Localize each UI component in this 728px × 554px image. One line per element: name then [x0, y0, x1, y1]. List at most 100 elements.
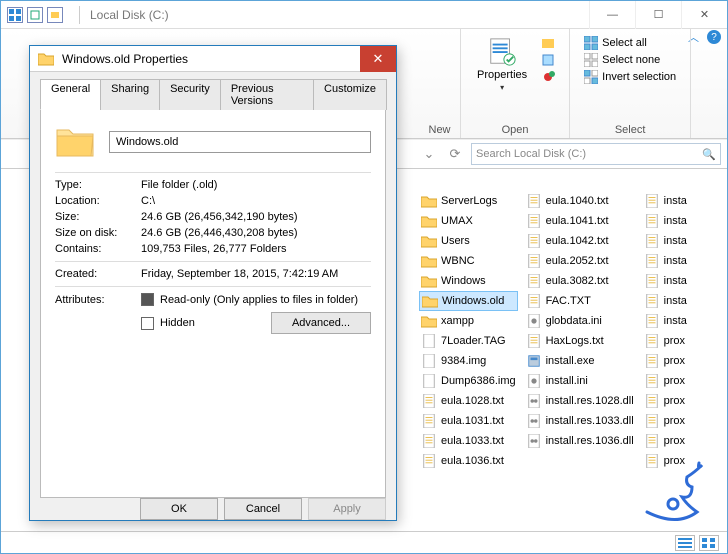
file-item[interactable]: prox [642, 351, 721, 371]
readonly-checkbox[interactable] [141, 293, 154, 306]
file-item[interactable]: Windows [419, 271, 518, 291]
tab-sharing[interactable]: Sharing [100, 79, 160, 110]
folder-icon [421, 214, 437, 228]
file-item[interactable]: install.exe [524, 351, 636, 371]
txt-icon [644, 354, 660, 368]
file-name: xampp [441, 315, 474, 327]
file-item[interactable]: insta [642, 211, 721, 231]
file-item[interactable]: eula.1040.txt [524, 191, 636, 211]
file-item[interactable]: ServerLogs [419, 191, 518, 211]
folder-name-input[interactable] [109, 131, 371, 153]
file-item[interactable]: insta [642, 271, 721, 291]
file-item[interactable]: eula.1033.txt [419, 431, 518, 451]
file-name: eula.2052.txt [546, 255, 609, 267]
dialog-close-button[interactable]: ✕ [360, 46, 396, 72]
file-item[interactable]: prox [642, 371, 721, 391]
file-item[interactable]: 7Loader.TAG [419, 331, 518, 351]
file-item[interactable]: eula.1031.txt [419, 411, 518, 431]
open-action-3[interactable] [539, 69, 557, 85]
file-item[interactable]: install.res.1033.dll [524, 411, 636, 431]
close-button[interactable]: ✕ [681, 1, 727, 29]
file-item[interactable]: insta [642, 191, 721, 211]
file-item[interactable]: FAC.TXT [524, 291, 636, 311]
folder-icon [38, 52, 54, 66]
dialog-title: Windows.old Properties [62, 52, 188, 66]
view-icons-icon[interactable] [699, 535, 719, 551]
label-attributes: Attributes: [55, 294, 141, 306]
tab-security[interactable]: Security [159, 79, 221, 110]
ini-icon [526, 374, 542, 388]
file-icon [421, 374, 437, 388]
qa-icon-2[interactable] [47, 7, 63, 23]
file-item[interactable]: 9384.img [419, 351, 518, 371]
label-type: Type: [55, 179, 141, 191]
file-item[interactable]: eula.1042.txt [524, 231, 636, 251]
file-item[interactable]: eula.2052.txt [524, 251, 636, 271]
file-item[interactable]: Users [419, 231, 518, 251]
tab-customize[interactable]: Customize [313, 79, 387, 110]
history-chevron-icon[interactable]: ⌄ [419, 146, 439, 162]
txt-icon [526, 194, 542, 208]
file-name: Windows [441, 275, 486, 287]
qa-icon-1[interactable] [27, 7, 43, 23]
value-contains: 109,753 Files, 26,777 Folders [141, 243, 371, 255]
file-item[interactable]: install.ini [524, 371, 636, 391]
minimize-button[interactable]: — [589, 1, 635, 29]
help-icon[interactable]: ? [707, 30, 721, 44]
file-list[interactable]: ServerLogsUMAX Users WBNC Windows Windows.ol… [419, 191, 721, 523]
file-item[interactable]: prox [642, 411, 721, 431]
txt-icon [644, 394, 660, 408]
file-item[interactable]: eula.1028.txt [419, 391, 518, 411]
maximize-button[interactable]: ☐ [635, 1, 681, 29]
invert-selection-button[interactable]: Invert selection [582, 69, 678, 85]
file-item[interactable]: eula.3082.txt [524, 271, 636, 291]
file-item[interactable]: insta [642, 311, 721, 331]
ok-button[interactable]: OK [140, 498, 218, 520]
window-title: Local Disk (C:) [90, 8, 169, 22]
file-item[interactable]: eula.1041.txt [524, 211, 636, 231]
cancel-button[interactable]: Cancel [224, 498, 302, 520]
file-name: eula.1031.txt [441, 415, 504, 427]
file-item[interactable]: eula.1036.txt [419, 451, 518, 471]
file-item[interactable]: prox [642, 451, 721, 471]
properties-button[interactable]: Properties ▾ [473, 35, 531, 94]
search-input[interactable]: Search Local Disk (C:) 🔍 [471, 143, 721, 165]
file-item[interactable]: install.res.1028.dll [524, 391, 636, 411]
file-item[interactable]: insta [642, 251, 721, 271]
txt-icon [644, 294, 660, 308]
file-name: prox [664, 435, 685, 447]
file-name: Dump6386.img [441, 375, 516, 387]
file-item[interactable]: HaxLogs.txt [524, 331, 636, 351]
advanced-button[interactable]: Advanced... [271, 312, 371, 334]
open-action-1[interactable] [539, 35, 557, 51]
value-created: Friday, September 18, 2015, 7:42:19 AM [141, 268, 371, 280]
file-item[interactable]: Windows.old [419, 291, 518, 311]
select-none-button[interactable]: Select none [582, 52, 678, 68]
select-all-button[interactable]: Select all [582, 35, 678, 51]
txt-icon [644, 374, 660, 388]
file-name: Users [441, 235, 470, 247]
refresh-icon[interactable]: ⟳ [445, 146, 465, 162]
file-item[interactable]: UMAX [419, 211, 518, 231]
apply-button[interactable]: Apply [308, 498, 386, 520]
file-item[interactable]: install.res.1036.dll [524, 431, 636, 451]
open-action-2[interactable] [539, 52, 557, 68]
file-item[interactable]: insta [642, 291, 721, 311]
value-size-on-disk: 24.6 GB (26,446,430,208 bytes) [141, 227, 371, 239]
view-details-icon[interactable] [675, 535, 695, 551]
file-item[interactable]: globdata.ini [524, 311, 636, 331]
file-item[interactable]: WBNC [419, 251, 518, 271]
file-name: install.res.1033.dll [546, 415, 634, 427]
tab-previous-versions[interactable]: Previous Versions [220, 79, 314, 110]
status-bar [1, 531, 727, 553]
file-name: FAC.TXT [546, 295, 591, 307]
file-item[interactable]: prox [642, 331, 721, 351]
win-icon[interactable] [7, 7, 23, 23]
file-item[interactable]: insta [642, 231, 721, 251]
file-item[interactable]: xampp [419, 311, 518, 331]
file-item[interactable]: prox [642, 391, 721, 411]
hidden-checkbox[interactable] [141, 317, 154, 330]
file-item[interactable]: prox [642, 431, 721, 451]
tab-general[interactable]: General [40, 79, 101, 110]
file-item[interactable]: Dump6386.img [419, 371, 518, 391]
